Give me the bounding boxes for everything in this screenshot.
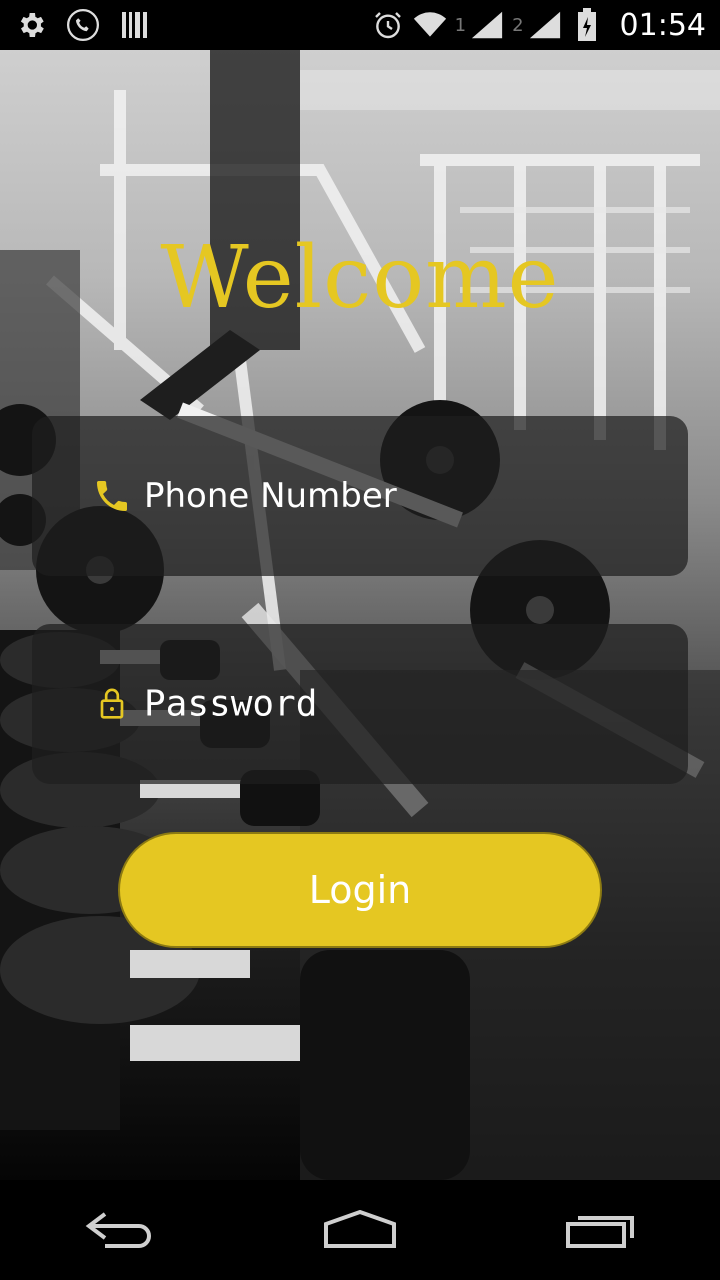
password-field[interactable]: Password [32, 624, 688, 784]
alarm-icon [371, 8, 405, 42]
clock: 01:54 [619, 7, 706, 43]
lock-icon [92, 684, 132, 724]
welcome-title: Welcome [160, 228, 560, 328]
phone-number-field[interactable]: Phone Number [32, 416, 688, 576]
status-bar: 1 2 01:54 [0, 0, 720, 50]
recents-icon[interactable] [555, 1200, 645, 1260]
signal-icon [470, 8, 504, 42]
navigation-bar [0, 1180, 720, 1280]
login-button[interactable]: Login [118, 832, 602, 948]
home-icon[interactable] [315, 1200, 405, 1260]
phone-icon [66, 8, 100, 42]
barcode-icon [118, 8, 152, 42]
background-gym-image [0, 50, 720, 1180]
wifi-icon [413, 8, 447, 42]
settings-icon [14, 8, 48, 42]
phone-icon [92, 476, 132, 516]
phone-number-placeholder: Phone Number [144, 476, 397, 516]
password-placeholder: Password [144, 683, 318, 725]
back-icon[interactable] [75, 1200, 165, 1260]
sim2-label: 2 [512, 14, 524, 36]
battery-icon [570, 8, 604, 42]
signal-icon [528, 8, 562, 42]
sim1-label: 1 [454, 14, 467, 36]
